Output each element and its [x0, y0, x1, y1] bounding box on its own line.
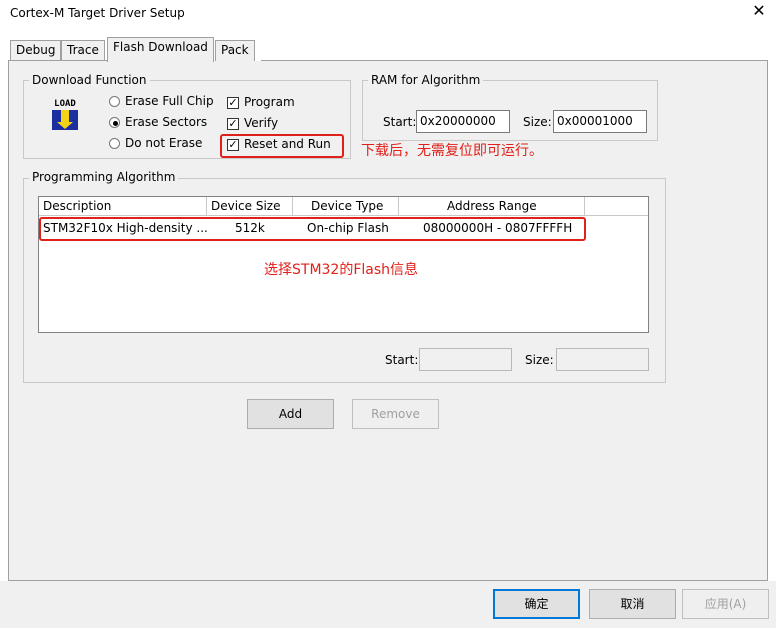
tab-debug[interactable]: Debug	[10, 40, 62, 61]
window-title: Cortex-M Target Driver Setup	[10, 6, 185, 20]
algorithm-start-input	[419, 348, 512, 371]
ok-button[interactable]: 确定	[493, 589, 580, 619]
algorithm-size-input	[556, 348, 649, 371]
tab-strip-border-right	[261, 60, 768, 61]
column-description[interactable]: Description	[39, 197, 207, 216]
erase-full-chip-radio[interactable]	[109, 96, 120, 107]
column-address-range[interactable]: Address Range	[399, 197, 585, 216]
erase-sectors-radio[interactable]	[109, 117, 120, 128]
load-icon-text: LOAD	[54, 99, 76, 109]
verify-checkbox[interactable]: ✓	[227, 118, 239, 130]
remove-button: Remove	[352, 399, 439, 429]
close-icon[interactable]: ✕	[748, 2, 770, 22]
do-not-erase-radio[interactable]	[109, 138, 120, 149]
tab-pack[interactable]: Pack	[215, 40, 255, 61]
program-label: Program	[244, 95, 295, 109]
add-button[interactable]: Add	[247, 399, 334, 429]
programming-algorithm-label: Programming Algorithm	[29, 170, 179, 184]
cancel-button[interactable]: 取消	[589, 589, 676, 619]
ram-size-input[interactable]: 0x00001000	[553, 110, 647, 133]
apply-button: 应用(A)	[682, 589, 769, 619]
column-filler	[585, 197, 648, 216]
program-checkbox[interactable]: ✓	[227, 97, 239, 109]
ram-start-label: Start:	[383, 115, 417, 129]
tab-flash-download[interactable]: Flash Download	[107, 37, 214, 62]
reset-note: 下载后，无需复位即可运行。	[361, 143, 543, 159]
download-function-label: Download Function	[29, 73, 150, 87]
arrow-head	[57, 122, 73, 129]
column-device-size[interactable]: Device Size	[207, 197, 293, 216]
do-not-erase-label: Do not Erase	[125, 136, 203, 150]
ram-start-input[interactable]: 0x20000000	[416, 110, 510, 133]
table-note: 选择STM32的Flash信息	[264, 262, 419, 278]
load-icon: LOAD	[49, 99, 81, 131]
algorithm-start-label: Start:	[385, 353, 419, 367]
ram-group-label: RAM for Algorithm	[368, 73, 484, 87]
algorithm-row-highlight	[39, 217, 586, 241]
algorithm-size-label: Size:	[525, 353, 554, 367]
erase-sectors-label: Erase Sectors	[125, 115, 208, 129]
erase-full-chip-label: Erase Full Chip	[125, 94, 214, 108]
ram-size-label: Size:	[523, 115, 552, 129]
verify-label: Verify	[244, 116, 279, 130]
reset-and-run-highlight	[220, 134, 344, 158]
column-device-type[interactable]: Device Type	[293, 197, 399, 216]
tab-strip-border	[8, 60, 108, 61]
tab-trace[interactable]: Trace	[61, 40, 105, 61]
